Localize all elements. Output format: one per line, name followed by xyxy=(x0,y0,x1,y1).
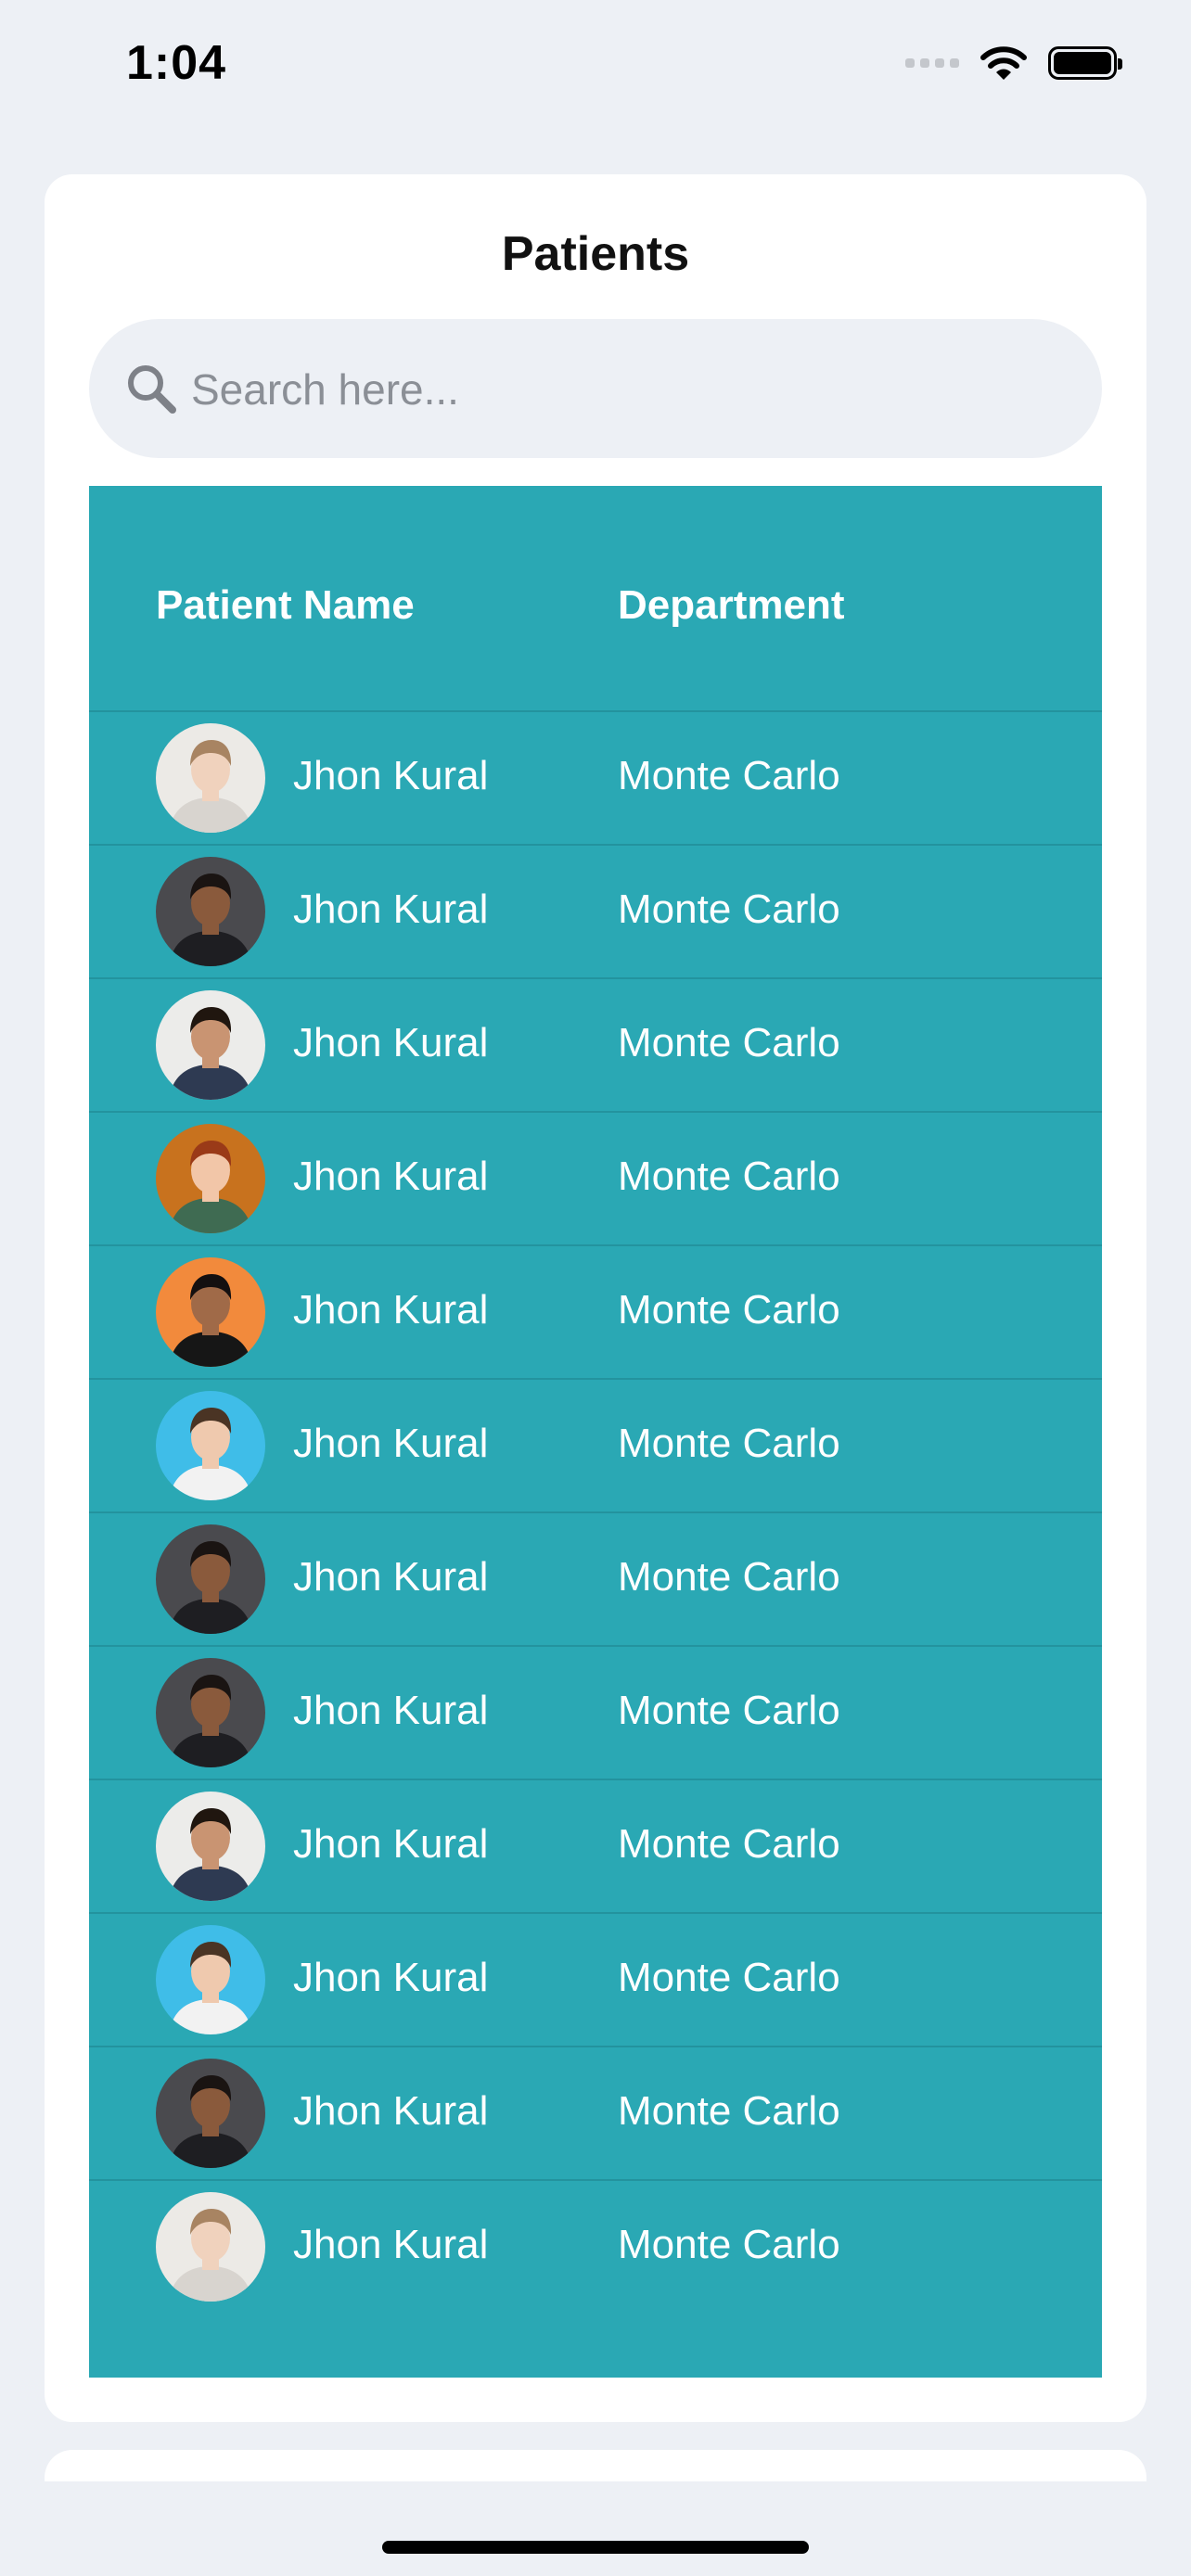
avatar xyxy=(156,1925,265,2034)
table-header: Patient Name Department xyxy=(89,486,1102,712)
avatar xyxy=(156,1524,265,1634)
patient-name: Jhon Kural xyxy=(293,1688,489,1733)
avatar xyxy=(156,1124,265,1233)
table-row[interactable]: Jhon Kural Monte Carlo xyxy=(89,1380,1102,1513)
table-row[interactable]: Jhon Kural Monte Carlo xyxy=(89,846,1102,979)
patient-name: Jhon Kural xyxy=(293,1287,489,1333)
patient-name: Jhon Kural xyxy=(293,1421,489,1466)
patient-name: Jhon Kural xyxy=(293,1554,489,1600)
page-title: Patients xyxy=(501,227,690,281)
patient-department: Monte Carlo xyxy=(618,1821,840,1867)
patient-department: Monte Carlo xyxy=(618,1955,840,2000)
table-row[interactable]: Jhon Kural Monte Carlo xyxy=(89,1246,1102,1380)
battery-icon xyxy=(1048,46,1122,80)
patient-name: Jhon Kural xyxy=(293,886,489,932)
avatar xyxy=(156,2059,265,2168)
wifi-icon xyxy=(980,46,1027,80)
patient-department: Monte Carlo xyxy=(618,1287,840,1333)
patient-department: Monte Carlo xyxy=(618,1421,840,1466)
patient-department: Monte Carlo xyxy=(618,753,840,798)
patient-department: Monte Carlo xyxy=(618,1688,840,1733)
avatar xyxy=(156,1792,265,1901)
table-row[interactable]: Jhon Kural Monte Carlo xyxy=(89,1914,1102,2047)
avatar xyxy=(156,2192,265,2302)
status-icons xyxy=(905,45,1122,82)
avatar xyxy=(156,990,265,1100)
patients-card: Patients Patient Name Department Jhon Ku… xyxy=(45,174,1146,2422)
patient-name: Jhon Kural xyxy=(293,1821,489,1867)
table-row[interactable]: Jhon Kural Monte Carlo xyxy=(89,1647,1102,1780)
patient-department: Monte Carlo xyxy=(618,1554,840,1600)
column-header-patient-name[interactable]: Patient Name xyxy=(156,582,415,629)
patient-name: Jhon Kural xyxy=(293,753,489,798)
avatar xyxy=(156,1257,265,1367)
search-bar[interactable] xyxy=(89,319,1102,458)
patient-department: Monte Carlo xyxy=(618,1020,840,1065)
table-row[interactable]: Jhon Kural Monte Carlo xyxy=(89,2181,1102,2313)
patient-name: Jhon Kural xyxy=(293,1020,489,1065)
patient-department: Monte Carlo xyxy=(618,2088,840,2134)
column-header-department[interactable]: Department xyxy=(618,582,845,629)
avatar xyxy=(156,723,265,833)
patient-name: Jhon Kural xyxy=(293,1154,489,1199)
status-bar: 1:04 xyxy=(0,0,1191,139)
patient-department: Monte Carlo xyxy=(618,886,840,932)
patient-name: Jhon Kural xyxy=(293,2088,489,2134)
avatar xyxy=(156,857,265,966)
patient-department: Monte Carlo xyxy=(618,2222,840,2267)
patient-department: Monte Carlo xyxy=(618,1154,840,1199)
patient-name: Jhon Kural xyxy=(293,2222,489,2267)
table-row[interactable]: Jhon Kural Monte Carlo xyxy=(89,1513,1102,1647)
avatar xyxy=(156,1658,265,1767)
patient-name: Jhon Kural xyxy=(293,1955,489,2000)
bottom-area xyxy=(0,2481,1191,2576)
table-row[interactable]: Jhon Kural Monte Carlo xyxy=(89,2047,1102,2181)
table-row[interactable]: Jhon Kural Monte Carlo xyxy=(89,979,1102,1113)
search-icon xyxy=(128,365,176,414)
table-row[interactable]: Jhon Kural Monte Carlo xyxy=(89,1113,1102,1246)
avatar xyxy=(156,1391,265,1500)
table-row[interactable]: Jhon Kural Monte Carlo xyxy=(89,1780,1102,1914)
status-time: 1:04 xyxy=(126,36,227,90)
search-input[interactable] xyxy=(189,354,1028,425)
cellular-signal-icon xyxy=(905,58,959,68)
patients-table: Patient Name Department Jhon Kural Monte … xyxy=(89,486,1102,2378)
home-indicator[interactable] xyxy=(382,2541,809,2554)
table-row[interactable]: Jhon Kural Monte Carlo xyxy=(89,712,1102,846)
